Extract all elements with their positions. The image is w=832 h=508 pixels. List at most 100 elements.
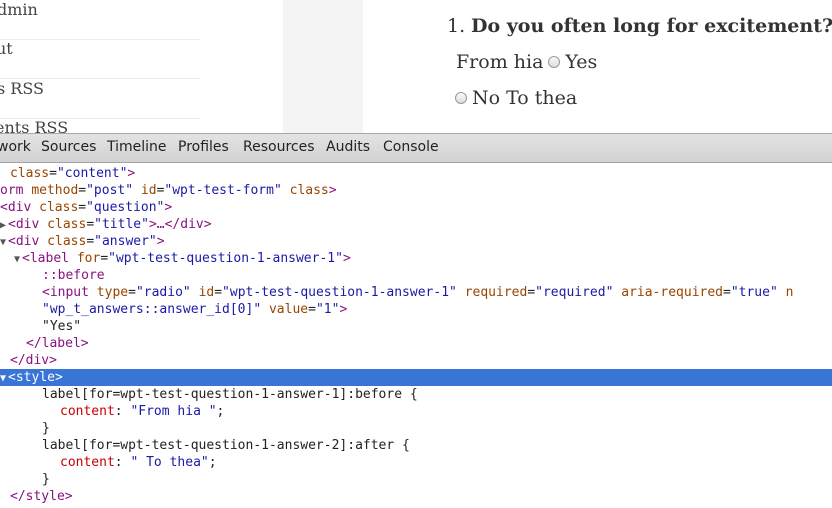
attr-name: for — [76, 251, 101, 266]
css-declaration[interactable]: content: "From hia "; — [0, 403, 832, 420]
css-selector: label[for=wpt-test-question-1-answer-2]:… — [42, 438, 410, 453]
sidebar-link-site-admin[interactable]: dmin — [0, 0, 200, 40]
expand-arrow-icon[interactable]: ▶ — [0, 220, 6, 231]
attr-name: required — [464, 285, 528, 300]
dom-node-div-title[interactable]: ▶ <div class="title">…</div> — [0, 216, 832, 233]
answer-option-no[interactable]: No To thea — [450, 87, 577, 109]
attr-name: class — [47, 217, 87, 232]
sidebar-meta-widget: dmin ut s RSS ents RSS — [0, 0, 200, 133]
dom-node-pseudo-before[interactable]: ::before — [0, 267, 832, 284]
attr-value: "wp_t_answers::answer_id[0]" — [42, 302, 262, 317]
css-rule-close: } — [0, 471, 832, 488]
sidebar-link-log-out[interactable]: ut — [0, 39, 200, 79]
css-property: content — [60, 404, 115, 419]
css-value: " To thea" — [130, 455, 209, 470]
attr-name: class — [47, 234, 87, 249]
attr-name: class — [39, 200, 79, 215]
attr-name: aria-required — [621, 285, 723, 300]
css-rule-close: } — [0, 420, 832, 437]
dom-node-div-question[interactable]: <div class="question"> — [0, 199, 832, 216]
brace: } — [42, 472, 50, 487]
collapse-arrow-icon[interactable]: ▼ — [0, 237, 6, 248]
attr-value: "question" — [86, 200, 165, 215]
attr-value: "1" — [315, 302, 340, 317]
dom-node-label-close[interactable]: </label> — [0, 335, 832, 352]
content-separator — [283, 0, 363, 133]
dom-node-input[interactable]: <input type="radio" id="wpt-test-questio… — [0, 284, 832, 301]
text-node-value: "Yes" — [42, 319, 82, 334]
tab-network[interactable]: work — [0, 139, 31, 155]
collapse-arrow-icon[interactable]: ▼ — [0, 373, 6, 384]
sidebar-link-label: ut — [0, 39, 13, 58]
css-value: "From hia " — [130, 404, 217, 419]
tag-name: <div — [8, 217, 40, 232]
attr-name: value — [268, 302, 309, 317]
attr-value: "wpt-test-question-1-answer-1" — [108, 251, 343, 266]
brace: } — [42, 421, 50, 436]
tag-name: <div — [8, 234, 40, 249]
question-block: 1. Do you often long for excitement? Fro… — [363, 0, 832, 133]
devtools-panel: work Sources Timeline Profiles Resources… — [0, 133, 832, 508]
question-number: 1. — [447, 15, 466, 37]
closing-tag: </style> — [10, 489, 73, 504]
tab-profiles[interactable]: Profiles — [178, 139, 229, 155]
sidebar-link-entries-rss[interactable]: s RSS — [0, 79, 200, 119]
css-declaration[interactable]: content: " To thea"; — [0, 454, 832, 471]
answer-option-yes[interactable]: From hia Yes — [456, 51, 597, 73]
dom-node-form[interactable]: orm method="post" id="wpt-test-form" cla… — [0, 182, 832, 199]
pseudo-element: ::before — [42, 268, 105, 283]
elements-tree: class="content"> orm method="post" id="w… — [0, 163, 832, 508]
attr-name: class — [10, 166, 50, 181]
radio-button-yes[interactable] — [548, 56, 561, 68]
css-rule-selector[interactable]: label[for=wpt-test-question-1-answer-1]:… — [0, 386, 832, 403]
css-property: content — [60, 455, 115, 470]
answer-after-text: To thea — [506, 87, 578, 109]
collapsed-content: >…</div> — [148, 217, 212, 232]
sidebar-link-comments-rss[interactable]: ents RSS — [0, 118, 200, 133]
attr-name: n — [785, 285, 794, 300]
dom-node-input-cont[interactable]: "wp_t_answers::answer_id[0]" value="1"> — [0, 301, 832, 318]
question-title: Do you often long for excitement? — [471, 15, 832, 37]
attr-value: "wpt-test-form" — [164, 183, 282, 198]
tab-resources[interactable]: Resources — [243, 139, 315, 155]
tab-sources[interactable]: Sources — [41, 139, 96, 155]
tag-name: <div — [0, 200, 32, 215]
attr-name: id — [140, 183, 157, 198]
dom-node-style-selected[interactable]: ▼ <style> — [0, 369, 832, 386]
attr-value: "required" — [535, 285, 614, 300]
closing-tag: </label> — [26, 336, 89, 351]
sidebar-link-label: ents RSS — [0, 118, 69, 133]
tag-name: <label — [22, 251, 69, 266]
attr-value: "post" — [86, 183, 134, 198]
attr-name: type — [96, 285, 129, 300]
attr-value: "answer" — [94, 234, 157, 249]
radio-button-no[interactable] — [455, 92, 467, 104]
dom-node-line[interactable]: class="content"> — [0, 165, 832, 182]
attr-value: "true" — [730, 285, 778, 300]
dom-node-div-answer[interactable]: ▼ <div class="answer"> — [0, 233, 832, 250]
css-selector: label[for=wpt-test-question-1-answer-1]:… — [42, 387, 418, 402]
answer-label-yes: Yes — [565, 51, 598, 73]
dom-node-style-close[interactable]: </style> — [0, 488, 832, 505]
answer-label-no: No — [472, 87, 501, 109]
tab-console[interactable]: Console — [383, 139, 439, 155]
closing-tag: </div> — [10, 353, 57, 368]
sidebar-link-label: dmin — [0, 0, 38, 19]
dom-text-node[interactable]: "Yes" — [0, 318, 832, 335]
collapse-arrow-icon[interactable]: ▼ — [14, 254, 20, 265]
css-rule-selector[interactable]: label[for=wpt-test-question-1-answer-2]:… — [0, 437, 832, 454]
tab-audits[interactable]: Audits — [326, 139, 370, 155]
devtools-tab-bar: work Sources Timeline Profiles Resources… — [0, 134, 832, 163]
attr-value: "radio" — [135, 285, 191, 300]
attr-name: method — [31, 183, 79, 198]
web-page-viewport: dmin ut s RSS ents RSS 1. Do you often l… — [0, 0, 832, 133]
attr-value: "title" — [94, 217, 149, 232]
dom-node-label[interactable]: ▼ <label for="wpt-test-question-1-answer-… — [0, 250, 832, 267]
tag-name: <input — [42, 285, 89, 300]
tag-name: orm — [0, 183, 24, 198]
answer-before-text: From hia — [456, 51, 544, 73]
attr-name: id — [198, 285, 215, 300]
tag-name: <style> — [8, 370, 63, 385]
dom-node-div-close[interactable]: </div> — [0, 352, 832, 369]
tab-timeline[interactable]: Timeline — [107, 139, 167, 155]
